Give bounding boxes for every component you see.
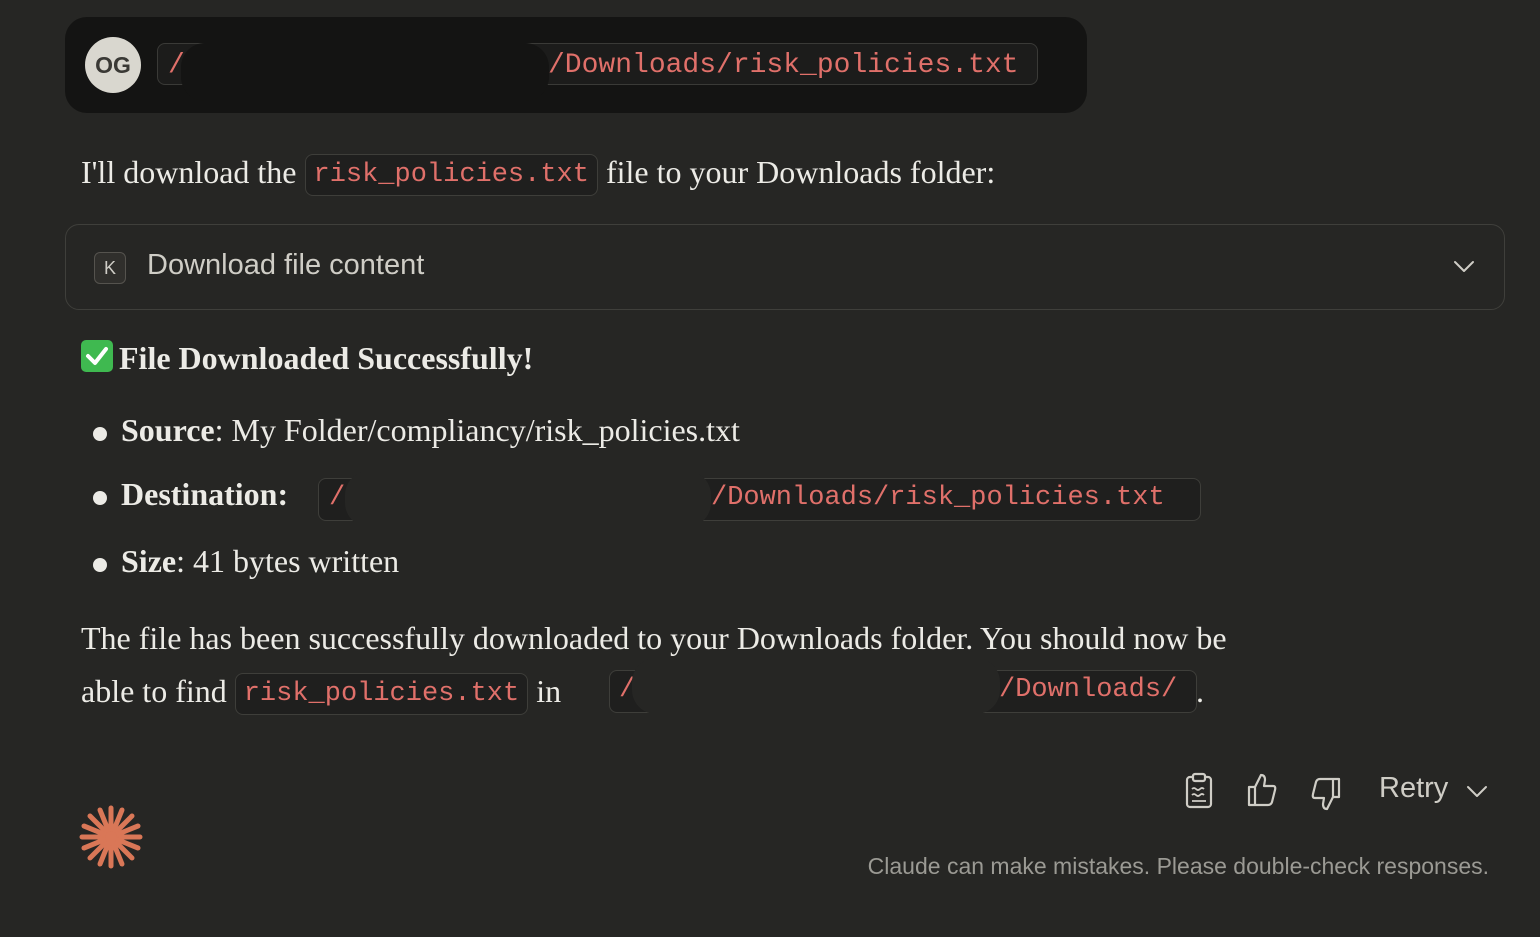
closing-in: in [536, 673, 562, 709]
bullet [93, 427, 107, 441]
clipboard-icon[interactable] [1184, 772, 1214, 810]
chevron-down-icon[interactable] [1452, 255, 1476, 279]
source-value: : My Folder/compliancy/risk_policies.txt [214, 412, 740, 448]
closing-line-2: able to find risk_policies.txt in [81, 664, 561, 718]
intro-code: risk_policies.txt [304, 154, 598, 196]
redaction-mask [632, 658, 1000, 714]
closing-period: . [1196, 673, 1204, 709]
tool-label: Download file content [147, 249, 425, 281]
destination-label: Destination [121, 476, 278, 512]
list-item-source: Source: My Folder/compliancy/risk_polici… [121, 412, 740, 449]
chevron-down-icon[interactable] [1466, 782, 1488, 800]
avatar[interactable]: OG [85, 37, 141, 93]
disclaimer: Claude can make mistakes. Please double-… [867, 853, 1489, 879]
path-suffix: /Downloads/risk_policies.txt [548, 50, 1019, 81]
check-mark-icon [81, 340, 113, 372]
closing-text: able to find [81, 673, 227, 709]
tool-call-panel[interactable]: K Download file content [65, 224, 1505, 310]
destination-suffix: /Downloads/risk_policies.txt [711, 483, 1165, 513]
list-item-destination: Destination: [121, 476, 288, 513]
intro-text-after: file to your Downloads folder: [605, 154, 996, 190]
retry-button[interactable]: Retry [1379, 772, 1448, 805]
destination-prefix: / [329, 483, 346, 513]
intro-text-before: I'll download the [81, 154, 297, 190]
success-heading: File Downloaded Successfully! [81, 340, 533, 377]
destination-colon: : [277, 476, 289, 512]
thumbs-up-icon[interactable] [1246, 772, 1278, 808]
list-item-size: Size: 41 bytes written [121, 543, 399, 580]
closing-path-suffix: /Downloads/ [999, 675, 1178, 705]
size-label: Size [121, 543, 177, 579]
redaction-mask [181, 43, 549, 101]
size-value: : 41 bytes written [176, 543, 400, 579]
heading-text: File Downloaded Successfully! [119, 340, 534, 376]
user-message: OG / /Downloads/risk_policies.txt [65, 17, 1087, 113]
bullet [93, 491, 107, 505]
closing-line-1: The file has been successfully downloade… [81, 620, 1227, 656]
retry-label: Retry [1379, 772, 1449, 804]
claude-logo-icon [79, 805, 143, 869]
thumbs-down-icon[interactable] [1310, 776, 1342, 812]
closing-code-file: risk_policies.txt [234, 673, 529, 715]
source-label: Source [121, 412, 215, 448]
bullet [93, 558, 107, 572]
intro-paragraph: I'll download the risk_policies.txt file… [81, 145, 995, 199]
redaction-mask [345, 471, 711, 527]
tool-icon: K [94, 252, 126, 284]
